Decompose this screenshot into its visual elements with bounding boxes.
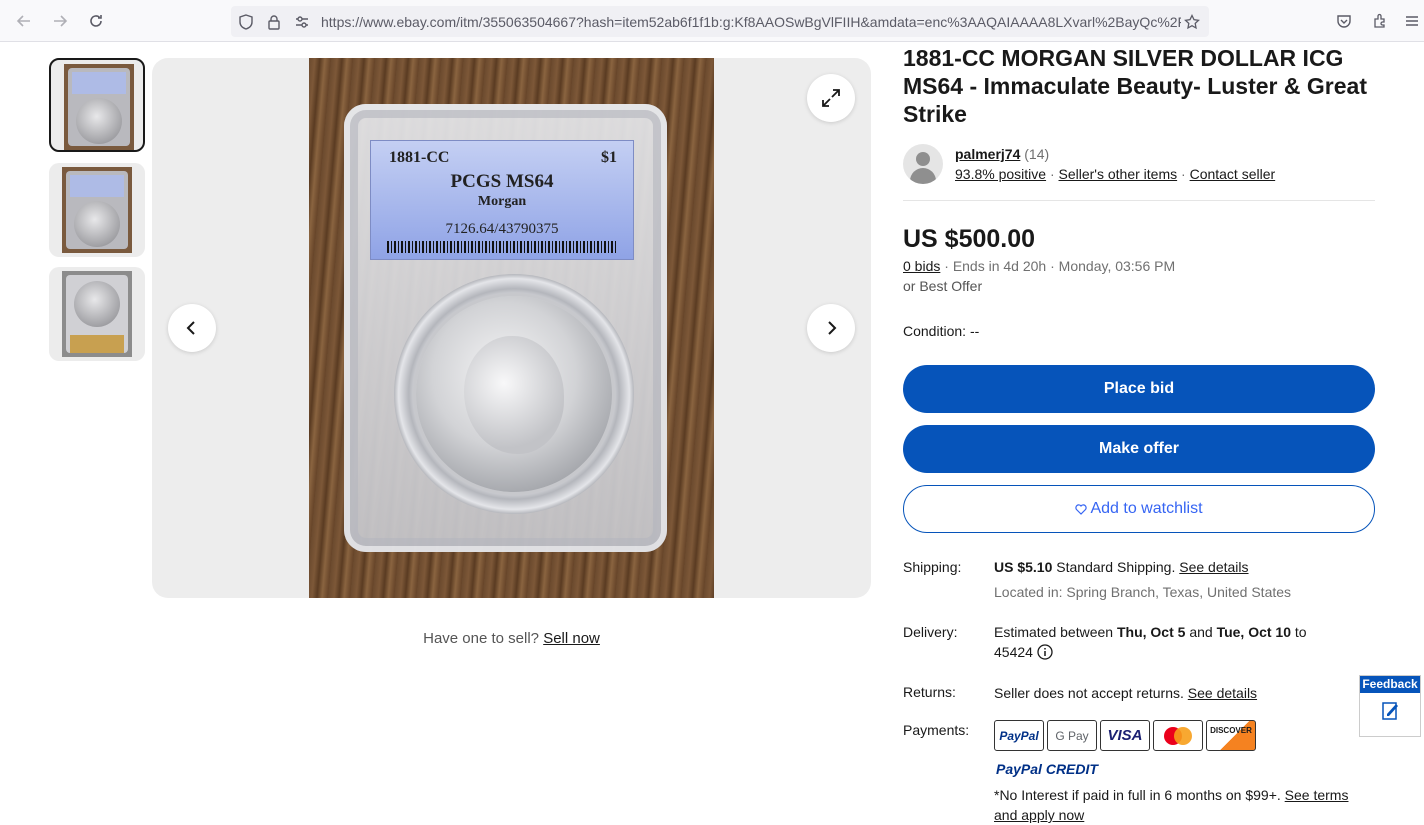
place-bid-button[interactable]: Place bid	[903, 365, 1375, 413]
seller-rating-count: (14)	[1024, 146, 1050, 162]
paypal-icon: PayPal	[994, 720, 1044, 751]
add-to-watchlist-button[interactable]: Add to watchlist	[903, 485, 1375, 533]
back-icon[interactable]	[12, 9, 36, 33]
delivery-and: and	[1189, 624, 1213, 640]
browser-toolbar: https://www.ebay.com/itm/355063504667?ha…	[0, 0, 1424, 42]
barcode	[387, 241, 617, 253]
bid-info: 0 bids · Ends in 4d 20h · Monday, 03:56 …	[903, 258, 1176, 274]
paypal-credit-promo: *No Interest if paid in full in 6 months…	[994, 785, 1354, 825]
delivery-end: Tue, Oct 10	[1216, 624, 1291, 640]
slab-denomination: $1	[601, 149, 617, 166]
permissions-icon[interactable]	[293, 13, 311, 31]
shipping-details-link[interactable]: See details	[1179, 559, 1248, 575]
seller-avatar[interactable]	[903, 144, 943, 184]
shipping-price: US $5.10	[994, 559, 1053, 575]
make-offer-button[interactable]: Make offer	[903, 425, 1375, 473]
returns-label: Returns:	[903, 684, 956, 700]
condition-value: --	[969, 323, 980, 339]
delivery-start: Thu, Oct 5	[1116, 624, 1186, 640]
coin-holder	[394, 274, 634, 514]
main-image-gallery: 1881-CC $1 PCGS MS64 Morgan 7126.64/4379…	[152, 58, 871, 598]
slab-type: Morgan	[477, 194, 527, 209]
paypal-credit-a: PayPal	[996, 761, 1042, 777]
sell-prompt-text: Have one to sell?	[423, 630, 540, 647]
thumbnail-2[interactable]	[49, 163, 145, 257]
condition-label: Condition:	[903, 323, 967, 339]
seller-links: 93.8% positive · Seller's other items · …	[955, 166, 1276, 182]
best-offer-text: or Best Offer	[903, 278, 983, 294]
chevron-right-icon	[828, 321, 837, 335]
returns-details-link[interactable]: See details	[1188, 685, 1257, 701]
divider	[903, 200, 1375, 201]
end-time: Monday, 03:56 PM	[1058, 258, 1176, 274]
discover-icon: DISCOVER	[1206, 720, 1256, 751]
menu-icon[interactable]	[1402, 11, 1422, 31]
delivery-label: Delivery:	[903, 624, 958, 640]
shipping-value: US $5.10 Standard Shipping. See details	[994, 557, 1249, 577]
morgan-dollar-coin	[416, 296, 612, 492]
heart-icon	[1075, 503, 1088, 515]
returns-text: Seller does not accept returns.	[994, 685, 1184, 701]
contact-seller-link[interactable]: Contact seller	[1190, 166, 1276, 182]
expand-icon	[822, 89, 840, 107]
sell-prompt: Have one to sell? Sell now	[152, 630, 871, 647]
bids-link[interactable]: 0 bids	[903, 258, 940, 274]
slab-label: 1881-CC $1 PCGS MS64 Morgan 7126.64/4379…	[370, 140, 634, 260]
watchlist-label: Add to watchlist	[1090, 500, 1203, 517]
seller-info: palmerj74 (14)	[955, 146, 1049, 162]
seller-name-link[interactable]: palmerj74	[955, 146, 1020, 162]
delivery-to: to	[1294, 624, 1307, 640]
lock-icon[interactable]	[265, 13, 283, 31]
chevron-left-icon	[186, 321, 195, 335]
delivery-value: Estimated between Thu, Oct 5 and Tue, Oc…	[994, 622, 1344, 662]
google-pay-icon: G Pay	[1047, 720, 1097, 751]
thumbnail-3[interactable]	[49, 267, 145, 361]
seller-feedback-link[interactable]: 93.8% positive	[955, 166, 1046, 182]
item-location: Located in: Spring Branch, Texas, United…	[994, 584, 1292, 600]
forward-icon[interactable]	[48, 9, 72, 33]
sell-now-link[interactable]: Sell now	[543, 630, 600, 647]
visa-icon: VISA	[1100, 720, 1150, 751]
info-icon[interactable]	[1037, 644, 1053, 660]
time-remaining: Ends in 4d 20h	[952, 258, 1047, 274]
returns-value: Seller does not accept returns. See deta…	[994, 683, 1257, 703]
delivery-zip[interactable]: 45424	[994, 644, 1033, 660]
coin-photo[interactable]: 1881-CC $1 PCGS MS64 Morgan 7126.64/4379…	[309, 58, 714, 598]
condition: Condition: --	[903, 323, 979, 339]
next-image-button[interactable]	[807, 304, 855, 352]
feedback-label: Feedback	[1360, 676, 1420, 693]
url-text[interactable]: https://www.ebay.com/itm/355063504667?ha…	[321, 14, 1181, 30]
slab-year: 1881-CC	[389, 149, 450, 166]
promo-text: *No Interest if paid in full in 6 months…	[994, 787, 1281, 803]
price: US $500.00	[903, 225, 1036, 253]
previous-image-button[interactable]	[168, 304, 216, 352]
thumbnail-1[interactable]	[49, 58, 145, 152]
payments-label: Payments:	[903, 722, 970, 738]
seller-other-items-link[interactable]: Seller's other items	[1059, 166, 1178, 182]
pocket-icon[interactable]	[1334, 11, 1354, 31]
address-bar[interactable]: https://www.ebay.com/itm/355063504667?ha…	[231, 6, 1209, 37]
listing-title: 1881-CC MORGAN SILVER DOLLAR ICG MS64 - …	[903, 45, 1367, 127]
delivery-prefix: Estimated between	[994, 624, 1114, 640]
shield-icon[interactable]	[237, 13, 255, 31]
slab-grade: PCGS MS64	[450, 171, 554, 192]
coin-slab: 1881-CC $1 PCGS MS64 Morgan 7126.64/4379…	[344, 104, 667, 552]
bookmark-star-icon[interactable]	[1183, 13, 1201, 31]
expand-image-button[interactable]	[807, 74, 855, 122]
shipping-method: Standard Shipping.	[1056, 559, 1176, 575]
feedback-edit-icon	[1382, 702, 1398, 720]
feedback-widget[interactable]: Feedback	[1359, 675, 1421, 737]
shipping-label: Shipping:	[903, 559, 962, 575]
paypal-credit-b: CREDIT	[1045, 761, 1098, 777]
mastercard-icon	[1153, 720, 1203, 751]
slab-cert: 7126.64/43790375	[445, 221, 559, 237]
reload-icon[interactable]	[84, 9, 108, 33]
paypal-credit-logo: PayPal CREDIT	[996, 761, 1098, 777]
extensions-icon[interactable]	[1370, 11, 1390, 31]
